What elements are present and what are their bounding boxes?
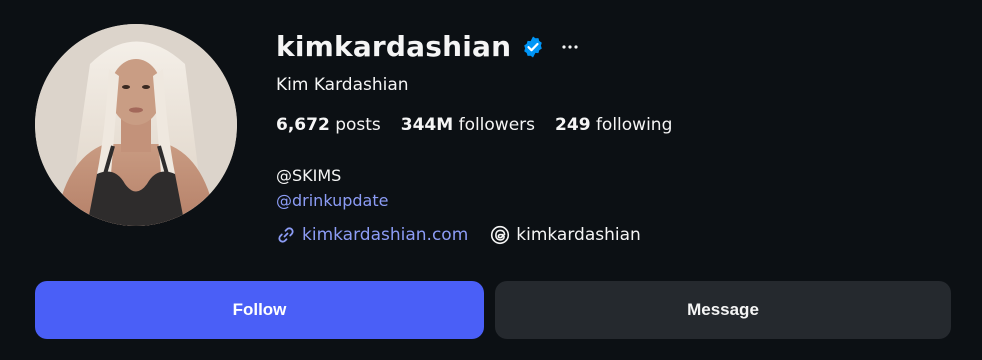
followers-stat[interactable]: 344M followers	[401, 115, 535, 135]
more-options-icon[interactable]	[561, 38, 579, 56]
posts-count: 6,672	[276, 115, 330, 135]
link-icon	[276, 225, 296, 245]
website-link[interactable]: kimkardashian.com	[276, 225, 468, 245]
following-stat[interactable]: 249 following	[555, 115, 672, 135]
follow-button[interactable]: Follow	[35, 281, 484, 339]
profile-photo	[35, 24, 237, 226]
bio-line: @SKIMS	[276, 166, 342, 185]
threads-icon	[490, 225, 510, 245]
threads-link-text: kimkardashian	[516, 225, 641, 245]
following-count: 249	[555, 115, 591, 135]
followers-label: followers	[458, 115, 536, 135]
following-label: following	[595, 115, 673, 135]
website-link-text: kimkardashian.com	[302, 225, 469, 245]
profile-header: kimkardashian Kim Kardashian 6,672 posts	[0, 0, 982, 360]
posts-stat[interactable]: 6,672 posts	[276, 115, 381, 135]
bio-mention-link[interactable]: @drinkupdate	[276, 191, 388, 210]
verified-badge-icon	[521, 35, 545, 59]
message-button[interactable]: Message	[495, 281, 951, 339]
full-name: Kim Kardashian	[276, 75, 409, 95]
profile-links: kimkardashian.com kimkardashian	[276, 225, 663, 245]
username-row: kimkardashian	[276, 30, 579, 63]
followers-count: 344M	[400, 115, 454, 135]
profile-stats: 6,672 posts 344M followers 249 following	[276, 115, 692, 135]
username: kimkardashian	[276, 30, 512, 63]
posts-label: posts	[335, 115, 381, 135]
avatar[interactable]	[35, 24, 237, 226]
threads-link[interactable]: kimkardashian	[490, 225, 641, 245]
